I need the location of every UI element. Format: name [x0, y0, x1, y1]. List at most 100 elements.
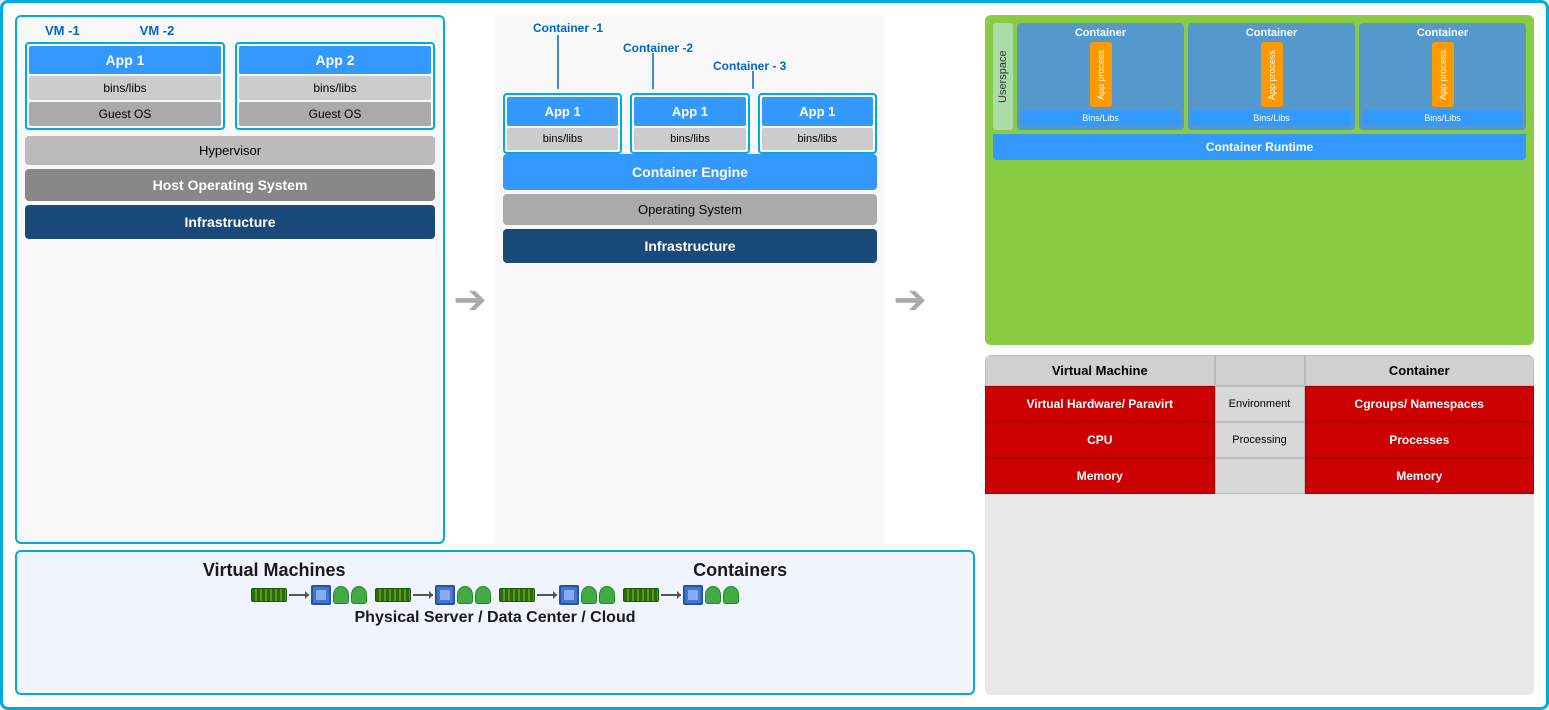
connector-2: [413, 585, 433, 605]
comp-cell-c-1: Cgroups/ Namespaces: [1305, 386, 1535, 422]
container-to-runtime-arrow: ➔: [885, 15, 935, 544]
db-icon-8: [723, 586, 739, 604]
runtime-c1-label: Container: [1075, 27, 1126, 39]
db-icon-3: [457, 586, 473, 604]
vm-title: Virtual Machines: [203, 560, 346, 581]
db-icon-4: [475, 586, 491, 604]
db-icon-7: [705, 586, 721, 604]
db-icon-1: [333, 586, 349, 604]
container-infrastructure-layer: Infrastructure: [503, 229, 877, 263]
comp-cell-c-3: Memory: [1305, 458, 1535, 494]
hypervisor-layer: Hypervisor: [25, 136, 435, 165]
c2-app: App 1: [634, 97, 745, 126]
vm-boxes: App 1 bins/libs Guest OS App 2 bins/libs…: [25, 42, 435, 130]
vm1-bins: bins/libs: [29, 76, 221, 100]
comp-cell-vm-1: Virtual Hardware/ Paravirt: [985, 386, 1215, 422]
comp-header-container: Container: [1305, 355, 1535, 386]
server-bar-2: [375, 588, 411, 602]
comp-cell-mid-3: [1215, 458, 1305, 494]
containers-title: Containers: [693, 560, 787, 581]
bottom-section: Virtual Machines Containers: [15, 550, 975, 695]
comp-row-1: Virtual Hardware/ Paravirt Environment C…: [985, 386, 1534, 422]
cpu-chip-2: [435, 585, 455, 605]
comp-cell-vm-3: Memory: [985, 458, 1215, 494]
right-arrow2-icon: ➔: [893, 277, 927, 323]
footer-label: Physical Server / Data Center / Cloud: [355, 609, 636, 627]
c3-app: App 1: [762, 97, 873, 126]
db-icon-5: [581, 586, 597, 604]
top-diagrams: VM -1 VM -2 App 1 bins/libs Guest OS App…: [15, 15, 975, 544]
comp-cell-c-2: Processes: [1305, 422, 1535, 458]
vm2-bins: bins/libs: [239, 76, 431, 100]
runtime-userspace-row: Userspace Container App process Bins/Lib…: [993, 23, 1526, 130]
c1-bins: bins/libs: [507, 128, 618, 150]
runtime-container-1: Container App process Bins/Libs: [1017, 23, 1184, 130]
container-diagram: Container -1 Container -2 Container - 3 …: [495, 15, 885, 544]
container3-box: App 1 bins/libs: [758, 93, 877, 154]
comp-header-vm: Virtual Machine: [985, 355, 1215, 386]
connector-1: [289, 585, 309, 605]
container-engine-layer: Container Engine: [503, 154, 877, 190]
c2-bins: bins/libs: [634, 128, 745, 150]
comp-row-3: Memory Memory: [985, 458, 1534, 494]
container-runtime-label: Container Runtime: [993, 134, 1526, 160]
app-process-2: App process: [1261, 42, 1283, 107]
container3-label: Container - 3: [713, 59, 786, 73]
bottom-titles: Virtual Machines Containers: [29, 560, 961, 581]
comparison-table: Virtual Machine Container Virtual Hardwa…: [985, 355, 1534, 695]
cpu-chip-4: [683, 585, 703, 605]
container2-box: App 1 bins/libs: [630, 93, 749, 154]
runtime-container-2: Container App process Bins/Libs: [1188, 23, 1355, 130]
cpu-chip-3: [559, 585, 579, 605]
vm1-app: App 1: [29, 46, 221, 74]
runtime-c2-label: Container: [1246, 27, 1297, 39]
bins-libs-3: Bins/Libs: [1363, 110, 1522, 126]
userspace-label: Userspace: [993, 23, 1013, 130]
host-os-layer: Host Operating System: [25, 169, 435, 201]
server-bar-4: [623, 588, 659, 602]
db-icon-2: [351, 586, 367, 604]
vm-diagram: VM -1 VM -2 App 1 bins/libs Guest OS App…: [15, 15, 445, 544]
server-unit-4: [623, 585, 739, 605]
comp-cell-mid-2: Processing: [1215, 422, 1305, 458]
vm1-label: VM -1: [45, 23, 80, 38]
server-bar-1: [251, 588, 287, 602]
bins-libs-1: Bins/Libs: [1021, 110, 1180, 126]
comp-header-mid: [1215, 355, 1305, 386]
container1-box: App 1 bins/libs: [503, 93, 622, 154]
comp-row-2: CPU Processing Processes: [985, 422, 1534, 458]
container-apps-row: App 1 bins/libs App 1 bins/libs App 1 bi…: [503, 93, 877, 154]
container-os-layer: Operating System: [503, 194, 877, 225]
container2-label: Container -2: [623, 41, 693, 55]
main-container: VM -1 VM -2 App 1 bins/libs Guest OS App…: [0, 0, 1549, 710]
vm-infrastructure-layer: Infrastructure: [25, 205, 435, 239]
app-process-1: App process: [1090, 42, 1112, 107]
runtime-containers-row: Container App process Bins/Libs Containe…: [1017, 23, 1526, 130]
server-unit-1: [251, 585, 367, 605]
server-icons-row: [251, 585, 739, 605]
vm2-app: App 2: [239, 46, 431, 74]
db-icon-6: [599, 586, 615, 604]
comp-cell-vm-2: CPU: [985, 422, 1215, 458]
vm2-guestos: Guest OS: [239, 102, 431, 126]
right-section: Userspace Container App process Bins/Lib…: [985, 15, 1534, 695]
bins-libs-2: Bins/Libs: [1192, 110, 1351, 126]
runtime-c3-label: Container: [1417, 27, 1468, 39]
server-unit-2: [375, 585, 491, 605]
vm-labels: VM -1 VM -2: [25, 23, 435, 38]
comp-header-row: Virtual Machine Container: [985, 355, 1534, 386]
cpu-chip-1: [311, 585, 331, 605]
right-arrow-icon: ➔: [453, 277, 487, 323]
server-bar-3: [499, 588, 535, 602]
c1-app: App 1: [507, 97, 618, 126]
vm2-label: VM -2: [140, 23, 175, 38]
c3-bins: bins/libs: [762, 128, 873, 150]
app-process-3: App process: [1432, 42, 1454, 107]
vm2-box: App 2 bins/libs Guest OS: [235, 42, 435, 130]
connector-4: [661, 585, 681, 605]
connector-3: [537, 585, 557, 605]
vm1-guestos: Guest OS: [29, 102, 221, 126]
vm-to-container-arrow: ➔: [445, 15, 495, 544]
runtime-container-3: Container App process Bins/Libs: [1359, 23, 1526, 130]
runtime-diagram: Userspace Container App process Bins/Lib…: [985, 15, 1534, 345]
